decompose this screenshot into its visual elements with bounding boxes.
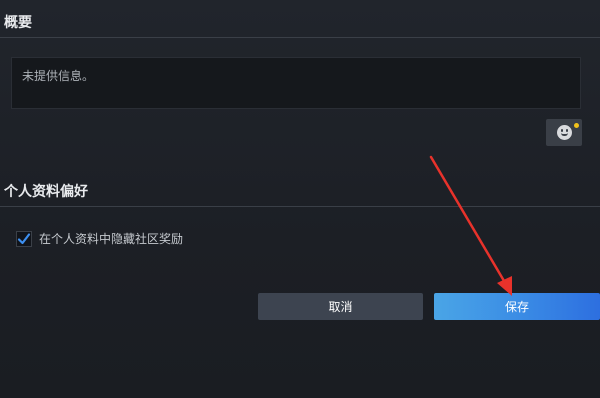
- preferences-divider: [0, 206, 600, 207]
- hide-rewards-option[interactable]: 在个人资料中隐藏社区奖励: [16, 230, 183, 247]
- summary-divider: [0, 37, 600, 38]
- hide-rewards-checkbox[interactable]: [16, 230, 32, 247]
- checkmark-icon: [17, 232, 31, 244]
- emoji-button[interactable]: [546, 119, 582, 146]
- summary-text: 未提供信息。: [22, 69, 95, 83]
- smiley-icon: [556, 125, 572, 140]
- notification-dot: [574, 123, 579, 128]
- summary-section-title: 概要: [4, 15, 32, 31]
- summary-textarea[interactable]: 未提供信息。: [11, 57, 581, 109]
- save-button[interactable]: 保存: [434, 293, 600, 320]
- cancel-button[interactable]: 取消: [258, 293, 423, 320]
- preferences-section-title: 个人资料偏好: [4, 184, 88, 200]
- hide-rewards-label: 在个人资料中隐藏社区奖励: [39, 232, 184, 246]
